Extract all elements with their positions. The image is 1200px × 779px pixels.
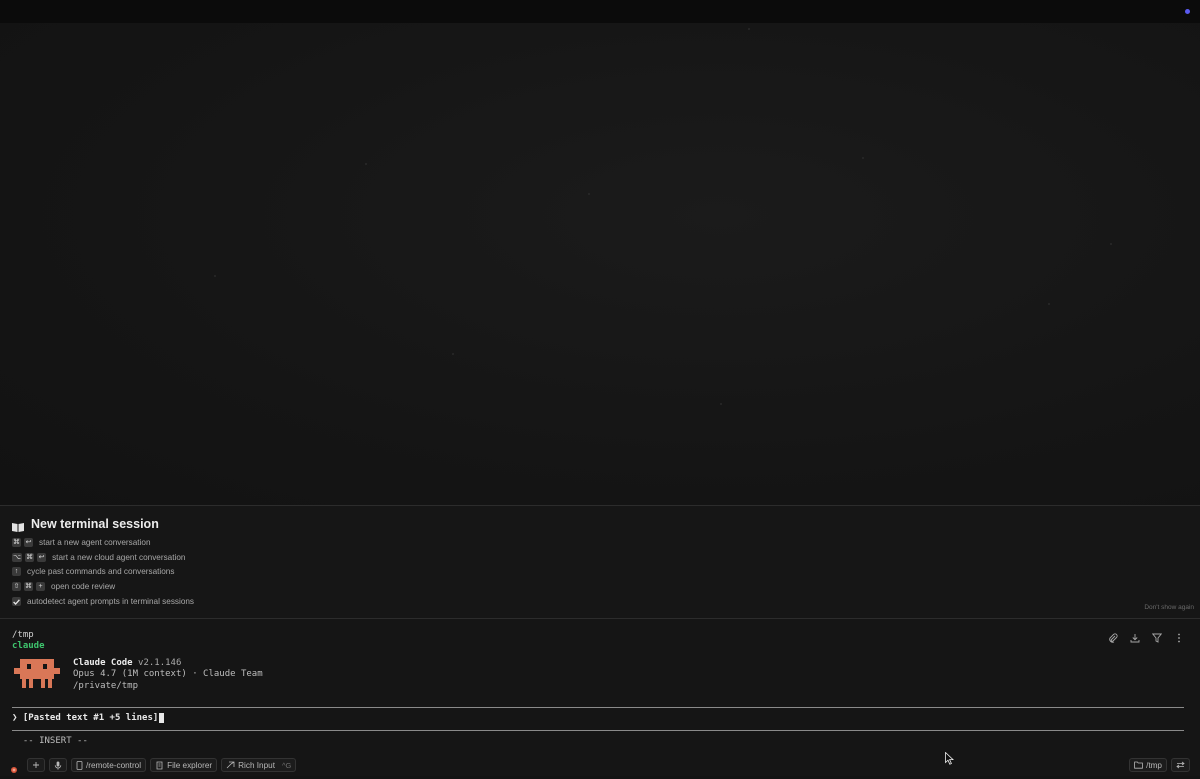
welcome-panel: New terminal session ⌘ ↩ start a new age… [0, 506, 1200, 618]
app-header: Claude Code v2.1.146 [73, 658, 263, 669]
terminal-command: claude [12, 641, 45, 651]
hint-code-review: ⇧ ⌘ + open code review [12, 582, 115, 591]
file-explorer-label: File explorer [167, 760, 213, 770]
hint-cloud-agent: ⌥ ⌘ ↩ start a new cloud agent conversati… [12, 553, 185, 562]
status-bar: /remote-control File explorer Rich Input… [0, 755, 1200, 776]
mode-text: -- INSERT -- [22, 736, 88, 746]
claude-mascot-icon [14, 659, 60, 689]
claude-code-info: Claude Code v2.1.146 Opus 4.7 (1M contex… [73, 658, 263, 692]
mouse-pointer-icon [945, 751, 955, 765]
rich-input-icon [226, 761, 235, 768]
welcome-header: New terminal session [12, 517, 159, 532]
autodetect-checkbox[interactable] [12, 597, 21, 606]
paperclip-icon[interactable] [1108, 628, 1118, 643]
text-cursor [159, 713, 165, 723]
key-plus: + [36, 582, 45, 591]
hint-label: start a new cloud agent conversation [52, 553, 186, 562]
empty-canvas [0, 23, 1200, 505]
key-return: ↩ [24, 538, 33, 547]
key-cmd: ⌘ [24, 582, 33, 591]
prompt-input[interactable]: ❯ [Pasted text #1 +5 lines] [12, 713, 165, 723]
vim-mode-indicator: -- INSERT -- [12, 736, 88, 746]
phone-icon [76, 760, 83, 770]
book-icon [12, 519, 24, 532]
directory-button[interactable]: /tmp [1129, 758, 1167, 772]
folder-icon [1134, 761, 1143, 769]
file-explorer-button[interactable]: File explorer [150, 758, 218, 772]
remote-control-label: /remote-control [86, 760, 142, 770]
title-bar [0, 0, 1200, 23]
path-line: /private/tmp [73, 680, 139, 691]
hint-label: start a new agent conversation [39, 538, 151, 547]
remote-control-button[interactable]: /remote-control [71, 758, 147, 772]
more-options-icon[interactable] [1174, 628, 1184, 643]
prompt-bottom-rule [12, 730, 1184, 731]
swap-arrows-icon [1176, 761, 1185, 769]
voice-input-button[interactable] [49, 758, 67, 772]
plus-icon [33, 762, 39, 768]
swap-button[interactable] [1171, 758, 1190, 772]
new-tab-button[interactable] [27, 758, 45, 772]
check-icon [13, 598, 20, 605]
autodetect-label: autodetect agent prompts in terminal ses… [27, 597, 195, 606]
hint-cycle-history: ↑ cycle past commands and conversations [12, 567, 174, 576]
status-right: /tmp [1129, 758, 1190, 772]
prompt-text: [Pasted text #1 +5 lines] [22, 713, 159, 723]
rich-input-button[interactable]: Rich Input ^G [221, 758, 297, 772]
hint-label: open code review [51, 582, 116, 591]
hint-new-agent: ⌘ ↩ start a new agent conversation [12, 538, 151, 547]
notification-dot[interactable] [1185, 9, 1190, 14]
app-version: v2.1.146 [138, 658, 182, 668]
rich-input-shortcut: ^G [282, 760, 292, 770]
status-left: /remote-control File explorer Rich Input… [10, 758, 297, 773]
rich-input-label: Rich Input [238, 760, 275, 770]
key-cmd: ⌘ [25, 553, 35, 562]
block-actions [1108, 628, 1184, 643]
file-explorer-icon [156, 761, 163, 769]
key-shift: ⇧ [12, 582, 21, 591]
autodetect-option[interactable]: autodetect agent prompts in terminal ses… [12, 597, 194, 606]
hint-label: cycle past commands and conversations [27, 567, 175, 576]
terminal-cwd: /tmp [12, 630, 34, 640]
model-line: Opus 4.7 (1M context) · Claude Team [73, 669, 263, 680]
app-name: Claude Code [73, 658, 133, 668]
key-option: ⌥ [12, 553, 23, 562]
dont-show-again-link[interactable]: Don't show again [1144, 604, 1194, 611]
microphone-icon [54, 761, 62, 770]
filter-icon[interactable] [1151, 628, 1163, 643]
claude-status-icon[interactable] [10, 761, 18, 773]
key-return: ↩ [37, 553, 47, 562]
directory-label: /tmp [1146, 760, 1162, 770]
welcome-title: New terminal session [31, 517, 159, 531]
key-up: ↑ [12, 567, 21, 576]
key-cmd: ⌘ [12, 538, 21, 547]
prompt-top-rule [12, 707, 1184, 708]
terminal-block[interactable]: /tmp claude Claude Code v2.1.146 Opus 4.… [0, 619, 1200, 755]
download-icon[interactable] [1130, 628, 1140, 643]
